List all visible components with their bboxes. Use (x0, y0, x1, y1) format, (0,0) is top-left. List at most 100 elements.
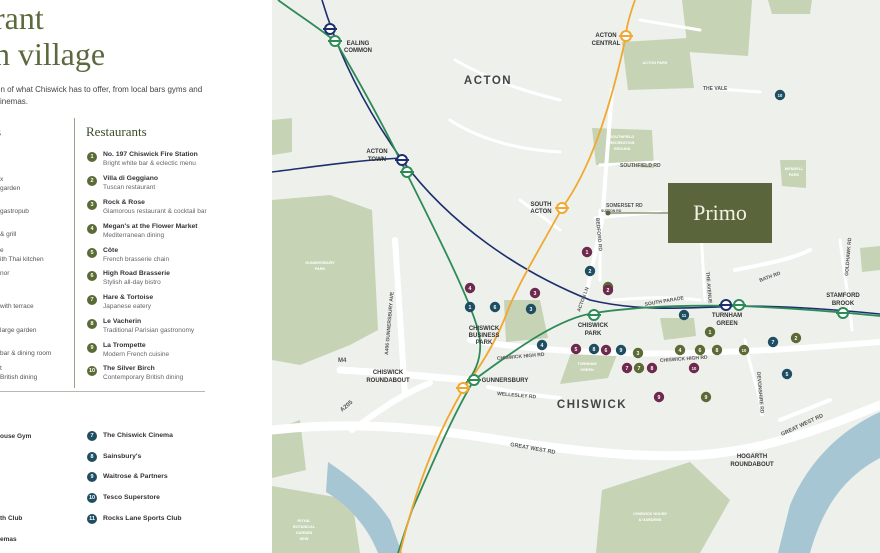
bars-fragment: nor (0, 270, 10, 277)
amenity-marker-number: 3 (530, 307, 533, 313)
restaurant-marker-number: 9 (705, 395, 708, 401)
station-label-south-acton: ACTON (530, 209, 551, 215)
bar-marker[interactable]: 1 (581, 246, 593, 258)
bars-heading: s (0, 124, 1, 140)
restaurant-name: Rock & Rose (103, 199, 145, 206)
park-label-gunnersbury: GUNNERSBURY (305, 261, 335, 265)
amenity-marker[interactable]: 10 (774, 89, 786, 101)
bars-fragment: x (0, 176, 4, 183)
bar-marker[interactable]: 4 (464, 282, 476, 294)
station-label-south-acton: SOUTH (531, 202, 552, 208)
park-label-royal-botanical: GARDEN (296, 531, 313, 535)
amenity-number-badge: 10 (87, 493, 97, 503)
restaurant-marker[interactable]: 10 (738, 344, 750, 356)
amenity-marker-number: 4 (541, 343, 544, 349)
place-label-chiswick-business-park: BUSINESS (469, 333, 500, 339)
restaurant-marker[interactable]: 6 (694, 344, 706, 356)
amenity-marker-number: 1 (469, 305, 472, 311)
bar-marker[interactable]: 7 (621, 362, 633, 374)
amenity-marker[interactable]: 3 (525, 303, 537, 315)
restaurant-marker-number: 8 (716, 348, 719, 354)
park-label-southfield: RECREATION (610, 141, 635, 145)
road-label-the-vale: THE VALE (703, 86, 728, 92)
restaurant-marker[interactable]: 9 (700, 391, 712, 403)
amenity-marker[interactable]: 9 (615, 344, 627, 356)
amenity-marker-number: 11 (682, 313, 687, 318)
amenity-marker[interactable]: 1 (464, 301, 476, 313)
park-label-southfield: GROUND (614, 147, 631, 151)
station-label-ealing-common: COMMON (344, 48, 372, 54)
amenity-name: Rocks Lane Sports Club (103, 515, 182, 522)
place-label-chiswick-roundabout: ROUNDABOUT (366, 378, 410, 384)
park-label-southfield: SOUTHFIELD (610, 135, 635, 139)
panel-title-line2: n village (0, 36, 106, 72)
restaurant-marker-number: 1 (709, 330, 712, 336)
amenity-name: Tesco Superstore (103, 494, 160, 501)
restaurants-heading: Restaurants (86, 124, 147, 139)
amenity-marker[interactable]: 7 (767, 336, 779, 348)
restaurant-marker[interactable]: 1 (704, 326, 716, 338)
park-label-wendell: WENDELL (785, 167, 804, 171)
restaurant-marker[interactable]: 8 (711, 344, 723, 356)
amenity-marker[interactable]: 2 (584, 265, 596, 277)
amenity-marker[interactable]: 4 (536, 339, 548, 351)
bars-fragment: with terrace (0, 303, 34, 310)
bar-marker[interactable]: 8 (646, 362, 658, 374)
amenity-marker[interactable]: 5 (781, 368, 793, 380)
amenity-marker[interactable]: 8 (588, 343, 600, 355)
park-label-gunnersbury: PARK (315, 267, 326, 271)
park-label-royal-botanical: ROYAL (298, 519, 312, 523)
park-top-right-2 (768, 0, 812, 14)
amenity-fragment: th Club (0, 515, 23, 522)
road-label-m4: M4 (338, 358, 347, 364)
park-label-chiswick-house: CHISWICK HOUSE (633, 512, 667, 516)
restaurant-desc: Mediterranean dining (103, 232, 165, 239)
park-label-royal-botanical: BOTANICAL (293, 525, 316, 529)
restaurant-number-badge: 10 (87, 366, 97, 376)
restaurant-name: Hare & Tortoise (103, 294, 154, 301)
restaurant-desc: Bright white bar & eclectic menu (103, 160, 196, 167)
restaurant-name: La Trompette (103, 342, 146, 349)
restaurant-number-badge: 7 (87, 295, 97, 305)
bar-marker-number: 8 (651, 366, 654, 372)
park-label-royal-botanical: KEW (300, 537, 309, 541)
panel-intro: on of what Chiswick has to offer, from l… (0, 85, 203, 106)
bars-fragment: gastropub (0, 208, 29, 215)
restaurant-marker-number: 3 (637, 351, 640, 357)
bars-fragment: British dining (0, 374, 38, 381)
bar-marker[interactable]: 9 (653, 391, 665, 403)
bars-fragment: garden (0, 185, 21, 192)
restaurant-number-badge: 3 (87, 200, 97, 210)
park-left-top (272, 118, 292, 155)
station-label-stamford-brook: BROOK (832, 301, 855, 307)
park-label-wendell: PARK (789, 173, 800, 177)
area-map[interactable]: ACTON CHISWICK EALING COMMON ACTON CENTR… (272, 0, 880, 553)
amenity-marker-number: 7 (772, 340, 775, 346)
amenity-marker-number: 2 (589, 269, 592, 275)
restaurant-marker-number: 2 (795, 336, 798, 342)
restaurant-marker[interactable]: 2 (790, 332, 802, 344)
place-label-chiswick-business-park: CHISWICK (469, 326, 500, 332)
station-label-turnham-green: GREEN (716, 321, 737, 327)
bar-marker[interactable]: 10 (688, 362, 700, 374)
amenity-fragment: emas (0, 536, 17, 543)
station-label-ealing-common: EALING (347, 41, 370, 47)
place-label-chiswick-business-park: PARK (476, 340, 493, 346)
bars-fragment: ith Thai kitchen (0, 256, 44, 263)
station-label-acton-central: CENTRAL (592, 41, 621, 47)
bar-marker[interactable]: 2 (602, 284, 614, 296)
bar-marker-number: 6 (605, 348, 608, 354)
road-label-sutton-rd: SUTTON RD (601, 209, 622, 213)
bar-marker[interactable]: 3 (529, 287, 541, 299)
restaurant-name: Le Vacherin (103, 318, 142, 325)
amenity-marker[interactable]: 11 (678, 309, 690, 321)
restaurant-marker[interactable]: 3 (632, 347, 644, 359)
restaurant-marker[interactable]: 4 (674, 344, 686, 356)
bar-marker[interactable]: 6 (600, 344, 612, 356)
amenity-marker[interactable]: 6 (489, 301, 501, 313)
bar-marker[interactable]: 5 (570, 343, 582, 355)
restaurant-marker[interactable]: 7 (633, 362, 645, 374)
bar-marker-number: 7 (626, 366, 629, 372)
bar-marker-number: 9 (658, 395, 661, 401)
amenity-marker-number: 5 (786, 372, 789, 378)
